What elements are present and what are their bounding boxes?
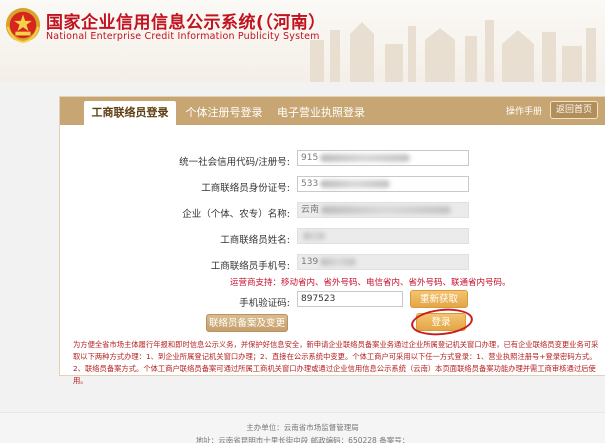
sms-code-label: 手机验证码:	[239, 298, 290, 309]
company-name-visible-prefix: 云南	[301, 205, 320, 215]
tab-individual-reg-login[interactable]: 个体注册号登录	[180, 101, 268, 125]
redacted-value	[320, 154, 411, 162]
site-title: 国家企业信用信息公示系统(（河南）	[46, 13, 326, 33]
id-number-visible-prefix: 533	[301, 179, 319, 189]
carrier-support-note: 运营商支持：移动省内、省外号码、电信省内、省外号码、联通省内号码。	[230, 278, 511, 288]
contact-register-change-button[interactable]: 联络员备案及变更	[206, 314, 288, 332]
manual-link[interactable]: 操作手册	[506, 104, 542, 117]
national-emblem-icon	[5, 7, 41, 44]
redacted-value	[303, 232, 325, 240]
credit-code-input[interactable]: 915	[297, 150, 469, 166]
login-tab-bar: 工商联络员登录 个体注册号登录 电子营业执照登录 操作手册 返回首页	[60, 97, 605, 125]
contact-phone-visible-prefix: 139	[301, 257, 319, 267]
id-number-label: 工商联络员身份证号:	[201, 183, 290, 194]
return-home-button[interactable]: 返回首页	[550, 101, 598, 119]
notice-text: 为方便全省市场主体履行年报和即时信息公示义务，并保护好信息安全，新申请企业联络员…	[73, 340, 599, 385]
tab-e-license-login[interactable]: 电子营业执照登录	[272, 101, 370, 125]
site-subtitle-en: National Enterprise Credit Information P…	[46, 31, 320, 42]
tab-contact-login[interactable]: 工商联络员登录	[84, 101, 176, 125]
redacted-value	[321, 206, 452, 214]
site-header: 国家企业信用信息公示系统(（河南） National Enterprise Cr…	[0, 0, 605, 82]
credit-code-visible-prefix: 915	[301, 153, 319, 163]
site-footer: 主办单位：云南省市场监督管理局 地址：云南省昆明市十里长街中段 邮政编码：650…	[0, 412, 605, 443]
credit-code-label: 统一社会信用代码/注册号:	[179, 157, 290, 168]
redacted-value	[320, 258, 357, 266]
footer-address: 地址：云南省昆明市十里长街中段 邮政编码：650228 备案号：	[195, 436, 410, 443]
id-number-input[interactable]: 533	[297, 176, 469, 192]
contact-name-input[interactable]	[297, 228, 469, 244]
company-name-input[interactable]: 云南	[297, 202, 469, 218]
red-circle-annotation	[409, 305, 475, 339]
contact-phone-input[interactable]: 139	[297, 254, 469, 270]
contact-phone-label: 工商联络员手机号:	[210, 261, 290, 272]
contact-name-label: 工商联络员姓名:	[220, 235, 290, 246]
company-name-label: 企业（个体、农专）名称:	[182, 209, 290, 220]
skyline-decoration-icon	[310, 20, 596, 82]
redacted-value	[320, 180, 391, 188]
resend-code-button[interactable]: 重新获取	[410, 290, 468, 308]
login-panel: 工商联络员登录 个体注册号登录 电子营业执照登录 操作手册 返回首页 统一社会信…	[59, 96, 605, 385]
footer-sponsor: 主办单位：云南省市场监督管理局	[246, 423, 359, 432]
sms-code-input[interactable]: 897523	[297, 291, 403, 307]
